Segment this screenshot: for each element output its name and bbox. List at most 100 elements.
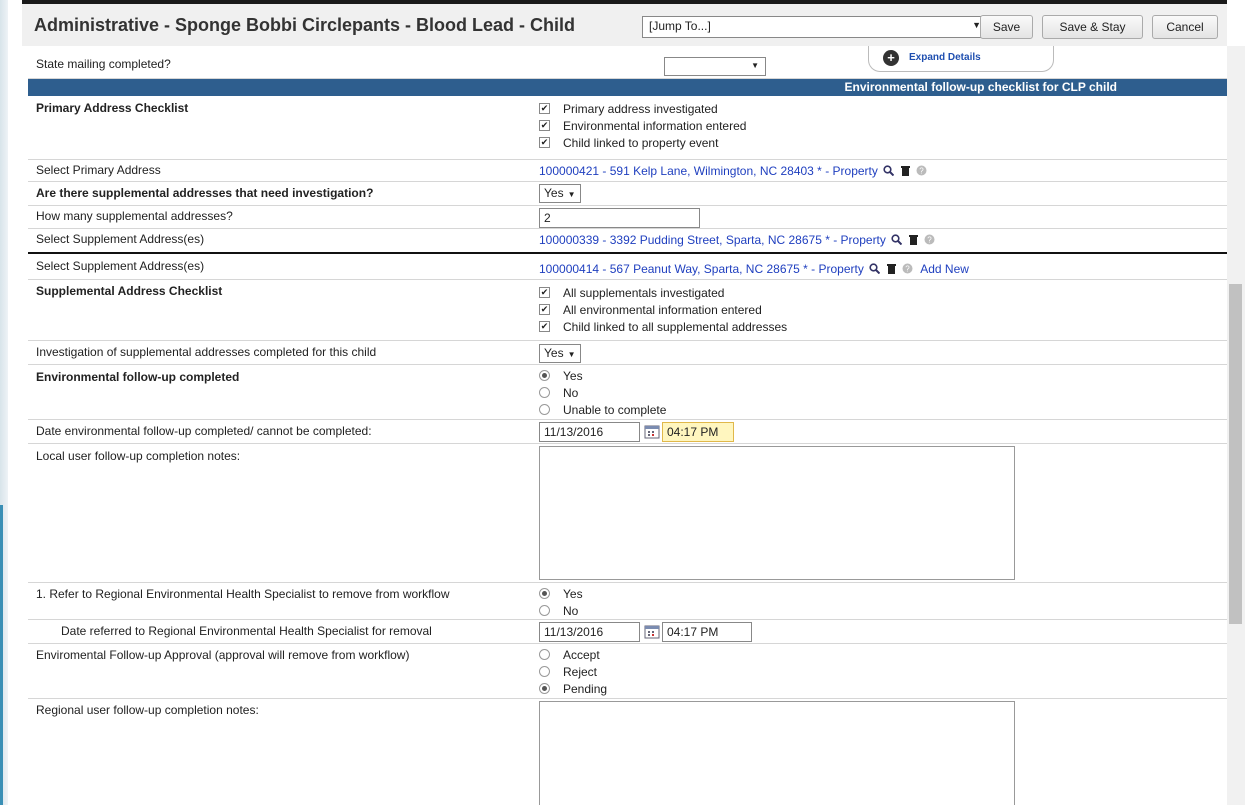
local-notes-label: Local user follow-up completion notes: [36, 449, 241, 463]
chevron-down-icon: ▼ [567, 350, 576, 359]
supplemental-investigation-select[interactable]: Yes ▼ [539, 344, 581, 363]
radio-option-unable[interactable]: Unable to complete [539, 401, 666, 418]
checklist-item[interactable]: ✔ Environmental information entered [539, 117, 746, 134]
local-notes-row: Local user follow-up completion notes: [28, 444, 1227, 583]
checklist-item-label: Environmental information entered [563, 118, 747, 133]
radio-option-pending[interactable]: Pending [539, 680, 607, 697]
approval-row: Enviromental Follow-up Approval (approva… [28, 644, 1227, 699]
section-banner: Environmental follow-up checklist for CL… [28, 79, 1227, 96]
env-date-input[interactable]: 11/13/2016 [539, 422, 640, 442]
env-time-input[interactable]: 04:17 PM [662, 422, 734, 442]
scrollbar-thumb[interactable] [1229, 284, 1242, 624]
supplemental-needed-value: Yes [544, 186, 564, 200]
radio-option-reject[interactable]: Reject [539, 663, 607, 680]
primary-address-link[interactable]: 100000421 - 591 Kelp Lane, Wilmington, N… [539, 164, 878, 178]
expand-details-tab[interactable]: + Expand Details [868, 46, 1054, 72]
radio-option-no[interactable]: No [539, 384, 666, 401]
radio-icon[interactable] [539, 605, 550, 616]
supplemental-investigation-value: Yes [544, 346, 564, 360]
env-followup-label: Environmental follow-up completed [36, 370, 240, 384]
radio-label: Yes [563, 586, 583, 601]
primary-address-row: Select Primary Address 100000421 - 591 K… [28, 160, 1227, 182]
radio-option-yes[interactable]: Yes [539, 585, 583, 602]
left-edge-accent [0, 505, 3, 805]
checklist-item[interactable]: ✔ Primary address investigated [539, 100, 746, 117]
svg-text:?: ? [927, 236, 932, 245]
radio-selected-icon[interactable] [539, 588, 550, 599]
title-bar: Administrative - Sponge Bobbi Circlepant… [22, 0, 1227, 46]
trash-icon[interactable] [908, 234, 919, 245]
search-icon[interactable] [891, 234, 903, 245]
jump-to-value: [Jump To...] [649, 19, 711, 33]
radio-icon[interactable] [539, 404, 550, 415]
primary-checklist-label: Primary Address Checklist [36, 101, 189, 115]
refer-time-input[interactable]: 04:17 PM [662, 622, 752, 642]
checklist-item[interactable]: ✔ Child linked to property event [539, 134, 746, 151]
jump-to-select[interactable]: [Jump To...] ▼ [642, 16, 988, 38]
help-icon[interactable]: ? [902, 263, 913, 274]
radio-option-yes[interactable]: Yes [539, 367, 666, 384]
checkbox-checked-icon[interactable]: ✔ [539, 103, 550, 114]
radio-label: No [563, 385, 579, 400]
state-mailing-label: State mailing completed? [36, 57, 171, 71]
approval-label: Enviromental Follow-up Approval (approva… [36, 648, 410, 662]
radio-icon[interactable] [539, 649, 550, 660]
radio-label: No [563, 603, 579, 618]
refer-date-row: Date referred to Regional Environmental … [28, 620, 1227, 644]
radio-icon[interactable] [539, 666, 550, 677]
supplemental-investigation-row: Investigation of supplemental addresses … [28, 341, 1227, 365]
regional-notes-textarea[interactable] [539, 701, 1015, 805]
refer-row: 1. Refer to Regional Environmental Healt… [28, 583, 1227, 620]
radio-icon[interactable] [539, 387, 550, 398]
refer-date-input[interactable]: 11/13/2016 [539, 622, 640, 642]
chevron-down-icon: ▼ [751, 61, 759, 70]
supplement-address-link[interactable]: 100000414 - 567 Peanut Way, Sparta, NC 2… [539, 262, 864, 276]
radio-option-accept[interactable]: Accept [539, 646, 607, 663]
search-icon[interactable] [883, 165, 895, 176]
radio-selected-icon[interactable] [539, 683, 550, 694]
env-date-label: Date environmental follow-up completed/ … [36, 424, 372, 438]
save-and-stay-button[interactable]: Save & Stay [1042, 15, 1143, 39]
save-button[interactable]: Save [980, 15, 1033, 39]
state-mailing-select[interactable]: ▼ [664, 57, 766, 76]
supplemental-count-input[interactable]: 2 [539, 208, 700, 228]
supplement-address-row: Select Supplement Address(es) 100000414 … [28, 256, 1227, 280]
supplement-address-link[interactable]: 100000339 - 3392 Pudding Street, Sparta,… [539, 233, 886, 247]
checkbox-checked-icon[interactable]: ✔ [539, 287, 550, 298]
supplement-address-row: Select Supplement Address(es) 100000339 … [28, 229, 1227, 254]
page-title: Administrative - Sponge Bobbi Circlepant… [34, 15, 576, 35]
checkbox-checked-icon[interactable]: ✔ [539, 304, 550, 315]
add-new-link[interactable]: Add New [920, 262, 969, 276]
calendar-icon[interactable] [644, 425, 660, 439]
checklist-item-label: Child linked to property event [563, 135, 719, 150]
help-icon[interactable]: ? [924, 234, 935, 245]
help-icon[interactable]: ? [916, 165, 927, 176]
calendar-icon[interactable] [644, 625, 660, 639]
checkbox-checked-icon[interactable]: ✔ [539, 137, 550, 148]
checkbox-checked-icon[interactable]: ✔ [539, 120, 550, 131]
checklist-item[interactable]: ✔ Child linked to all supplemental addres… [539, 318, 787, 335]
checklist-item-label: Primary address investigated [563, 101, 718, 116]
primary-address-label: Select Primary Address [36, 163, 161, 177]
radio-option-no[interactable]: No [539, 602, 583, 619]
trash-icon[interactable] [900, 165, 911, 176]
checklist-item[interactable]: ✔ All supplementals investigated [539, 284, 787, 301]
checklist-item[interactable]: ✔ All environmental information entered [539, 301, 787, 318]
env-date-row: Date environmental follow-up completed/ … [28, 420, 1227, 444]
checkbox-checked-icon[interactable]: ✔ [539, 321, 550, 332]
supplemental-needed-select[interactable]: Yes ▼ [539, 184, 581, 203]
checklist-item-label: All supplementals investigated [563, 285, 725, 300]
local-notes-textarea[interactable] [539, 446, 1015, 580]
cancel-button[interactable]: Cancel [1152, 15, 1218, 39]
trash-icon[interactable] [886, 263, 897, 274]
svg-text:?: ? [905, 265, 910, 274]
search-icon[interactable] [869, 263, 881, 274]
supplement-address-label: Select Supplement Address(es) [36, 259, 205, 273]
regional-notes-row: Regional user follow-up completion notes… [28, 699, 1227, 805]
regional-notes-label: Regional user follow-up completion notes… [36, 703, 259, 717]
radio-label: Accept [563, 647, 600, 662]
form-content: State mailing completed? ▼ Environmental… [28, 46, 1227, 805]
supplemental-investigation-label: Investigation of supplemental addresses … [36, 345, 377, 359]
section-banner-title: Environmental follow-up checklist for CL… [844, 80, 1117, 94]
radio-selected-icon[interactable] [539, 370, 550, 381]
